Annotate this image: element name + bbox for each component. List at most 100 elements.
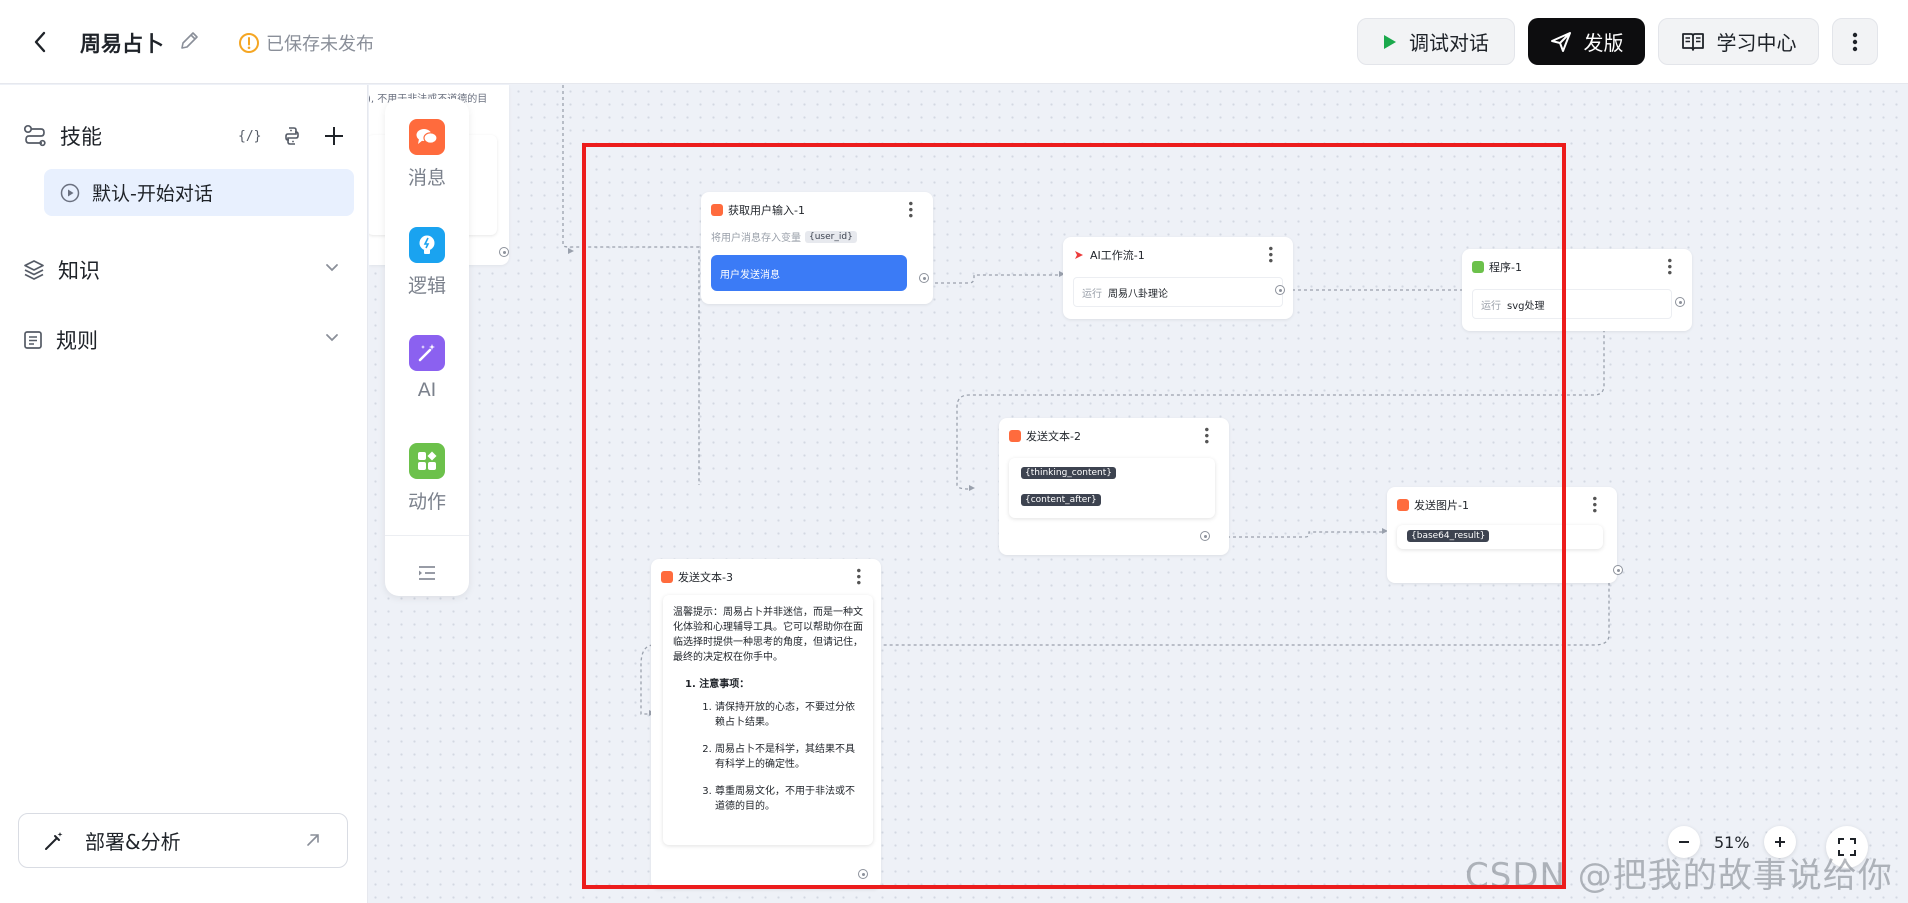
node-more-icon[interactable]: ••• xyxy=(1662,257,1676,275)
palette-divider xyxy=(385,535,469,536)
send-text-3-intro: 温馨提示：周易占卜并非迷信，而是一种文化体验和心理辅导工具。它可以帮助你在面临选… xyxy=(673,607,863,663)
rules-section-header[interactable]: 规则 xyxy=(22,325,98,355)
knowledge-chevron-down-icon[interactable] xyxy=(322,257,342,277)
node-more-icon[interactable]: ••• xyxy=(1587,495,1601,513)
rules-chevron-down-icon[interactable] xyxy=(322,327,342,347)
node-header: 发送文本-2 xyxy=(1009,428,1081,444)
ai-workflow-output-port[interactable] xyxy=(1275,285,1285,295)
node-more-icon[interactable]: ••• xyxy=(903,200,917,218)
skills-section-header[interactable]: 技能 xyxy=(22,121,102,151)
python-icon[interactable] xyxy=(281,125,303,147)
base64-result-tag: {base64_result} xyxy=(1407,530,1490,542)
send-text-3-heading: 1. 注意事项： xyxy=(685,679,750,690)
send-text-2-output-port[interactable] xyxy=(1200,531,1210,541)
publish-button[interactable]: 发版 xyxy=(1528,18,1645,65)
debug-chat-button[interactable]: 调试对话 xyxy=(1357,18,1515,65)
node-ai-workflow[interactable]: AI工作流-1 ••• 运行 周易八卦理论 xyxy=(1063,237,1293,319)
send-text-3-list: 请保持开放的心态，不要过分依赖占卜结果。 周易占卜不是科学，其结果不具有科学上的… xyxy=(715,700,863,814)
code-braces-icon[interactable]: {/} xyxy=(238,129,261,144)
warning-circle-icon xyxy=(239,33,259,53)
skills-flow-icon xyxy=(23,124,46,147)
play-circle-icon xyxy=(60,183,80,202)
node-title: 发送图片-1 xyxy=(1414,499,1469,512)
node-palette: 消息 逻辑 AI 动作 xyxy=(385,99,469,596)
palette-ai[interactable]: AI xyxy=(385,335,469,425)
send-text-3-content-box: 温馨提示：周易占卜并非迷信，而是一种文化体验和心理辅导工具。它可以帮助你在面临选… xyxy=(663,595,873,845)
node-header: 发送图片-1 xyxy=(1397,497,1469,513)
debug-chat-label: 调试对话 xyxy=(1409,31,1489,55)
save-status: 已保存未发布 xyxy=(238,30,374,56)
add-skill-plus-icon[interactable] xyxy=(323,125,345,147)
send-text-3-output-port[interactable] xyxy=(858,869,868,879)
node-send-text-2[interactable]: 发送文本-2 ••• {thinking_content} {content_a… xyxy=(999,418,1229,555)
send-plane-icon xyxy=(1550,31,1571,52)
ai-workflow-run-row: 运行 周易八卦理论 xyxy=(1073,277,1283,307)
deploy-analytics-button[interactable]: 部署&分析 xyxy=(18,813,348,868)
node-title: 获取用户输入-1 xyxy=(728,204,805,217)
learning-center-button[interactable]: 学习中心 xyxy=(1658,18,1819,65)
send-text-node-icon xyxy=(661,571,673,583)
book-icon xyxy=(1681,32,1704,51)
palette-message-label: 消息 xyxy=(407,167,446,189)
node-program[interactable]: 程序-1 ••• 运行 svg处理 xyxy=(1462,249,1692,331)
input-node-icon xyxy=(711,204,723,216)
node-header: 发送文本-3 xyxy=(661,569,733,585)
list-item: 尊重周易文化，不用于非法或不道德的目的。 xyxy=(715,784,863,814)
list-item: 请保持开放的心态，不要过分依赖占卜结果。 xyxy=(715,700,863,730)
back-arrow-icon[interactable] xyxy=(26,28,54,56)
node-header: 获取用户输入-1 xyxy=(711,202,805,218)
app-title: 周易占卜 xyxy=(80,32,164,56)
user-id-variable-tag: {user_id} xyxy=(805,230,857,243)
deploy-analytics-label: 部署&分析 xyxy=(85,830,181,854)
partial-node-output-port[interactable] xyxy=(499,247,509,257)
input-hint-row: 将用户消息存入变量 {user_id} xyxy=(711,229,857,244)
node-title: 发送文本-3 xyxy=(678,571,733,584)
send-text-2-content-box: {thinking_content} {content_after} xyxy=(1009,458,1215,518)
send-image-output-port[interactable] xyxy=(1613,565,1623,575)
knowledge-section-header[interactable]: 知识 xyxy=(22,255,100,285)
palette-logic[interactable]: 逻辑 xyxy=(385,227,469,317)
play-icon xyxy=(1384,34,1396,49)
input-hint: 将用户消息存入变量 xyxy=(711,233,801,244)
collapse-indent-icon[interactable] xyxy=(415,561,439,585)
list-item: 周易占卜不是科学，其结果不具有科学上的确定性。 xyxy=(715,742,863,772)
ai-wand-icon xyxy=(409,335,445,371)
rules-title: 规则 xyxy=(56,329,98,353)
node-send-text-3[interactable]: 发送文本-3 ••• 温馨提示：周易占卜并非迷信，而是一种文化体验和心理辅导工具… xyxy=(651,559,881,889)
node-get-user-input[interactable]: 获取用户输入-1 ••• 将用户消息存入变量 {user_id} 用户发送消息 xyxy=(701,192,933,304)
palette-message[interactable]: 消息 xyxy=(385,119,469,209)
skills-title: 技能 xyxy=(60,125,102,149)
thinking-content-tag: {thinking_content} xyxy=(1021,467,1116,479)
skill-item-default-start[interactable]: 默认-开始对话 xyxy=(44,169,354,216)
knowledge-title: 知识 xyxy=(58,259,100,283)
more-menu-button[interactable] xyxy=(1832,18,1878,65)
learning-center-label: 学习中心 xyxy=(1716,31,1797,55)
save-status-text: 已保存未发布 xyxy=(266,34,374,55)
run-prefix: 运行 xyxy=(1082,288,1102,300)
user-send-message-trigger[interactable]: 用户发送消息 xyxy=(711,255,907,291)
run-prefix: 运行 xyxy=(1481,300,1501,312)
layers-icon xyxy=(24,260,44,280)
get-input-output-port[interactable] xyxy=(919,273,929,283)
node-more-icon[interactable]: ••• xyxy=(851,567,865,585)
node-header: 程序-1 xyxy=(1472,259,1522,275)
palette-action[interactable]: 动作 xyxy=(385,443,469,533)
palette-action-label: 动作 xyxy=(407,491,446,513)
node-title: 发送文本-2 xyxy=(1026,430,1081,443)
edit-pencil-icon[interactable] xyxy=(178,30,200,52)
node-more-icon[interactable]: ••• xyxy=(1199,426,1213,444)
send-image-content-box: {base64_result} xyxy=(1397,525,1603,549)
node-send-image[interactable]: 发送图片-1 ••• {base64_result} xyxy=(1387,487,1623,583)
workflow-canvas[interactable]: ), 不用于非法或不道德的目 消息 逻辑 AI 动作 xyxy=(369,85,1908,903)
palette-logic-label: 逻辑 xyxy=(407,275,446,297)
ai-workflow-icon xyxy=(1075,251,1083,259)
palette-ai-label: AI xyxy=(417,379,437,401)
program-output-port[interactable] xyxy=(1675,297,1685,307)
publish-label: 发版 xyxy=(1583,31,1624,55)
document-list-icon xyxy=(24,331,42,349)
user-send-message-label: 用户发送消息 xyxy=(720,269,780,281)
left-sidebar: 技能 {/} 默认-开始对话 知识 规则 部署&分析 xyxy=(0,85,368,903)
node-title: AI工作流-1 xyxy=(1090,249,1145,262)
run-value: svg处理 xyxy=(1507,300,1545,312)
node-more-icon[interactable]: ••• xyxy=(1263,245,1277,263)
